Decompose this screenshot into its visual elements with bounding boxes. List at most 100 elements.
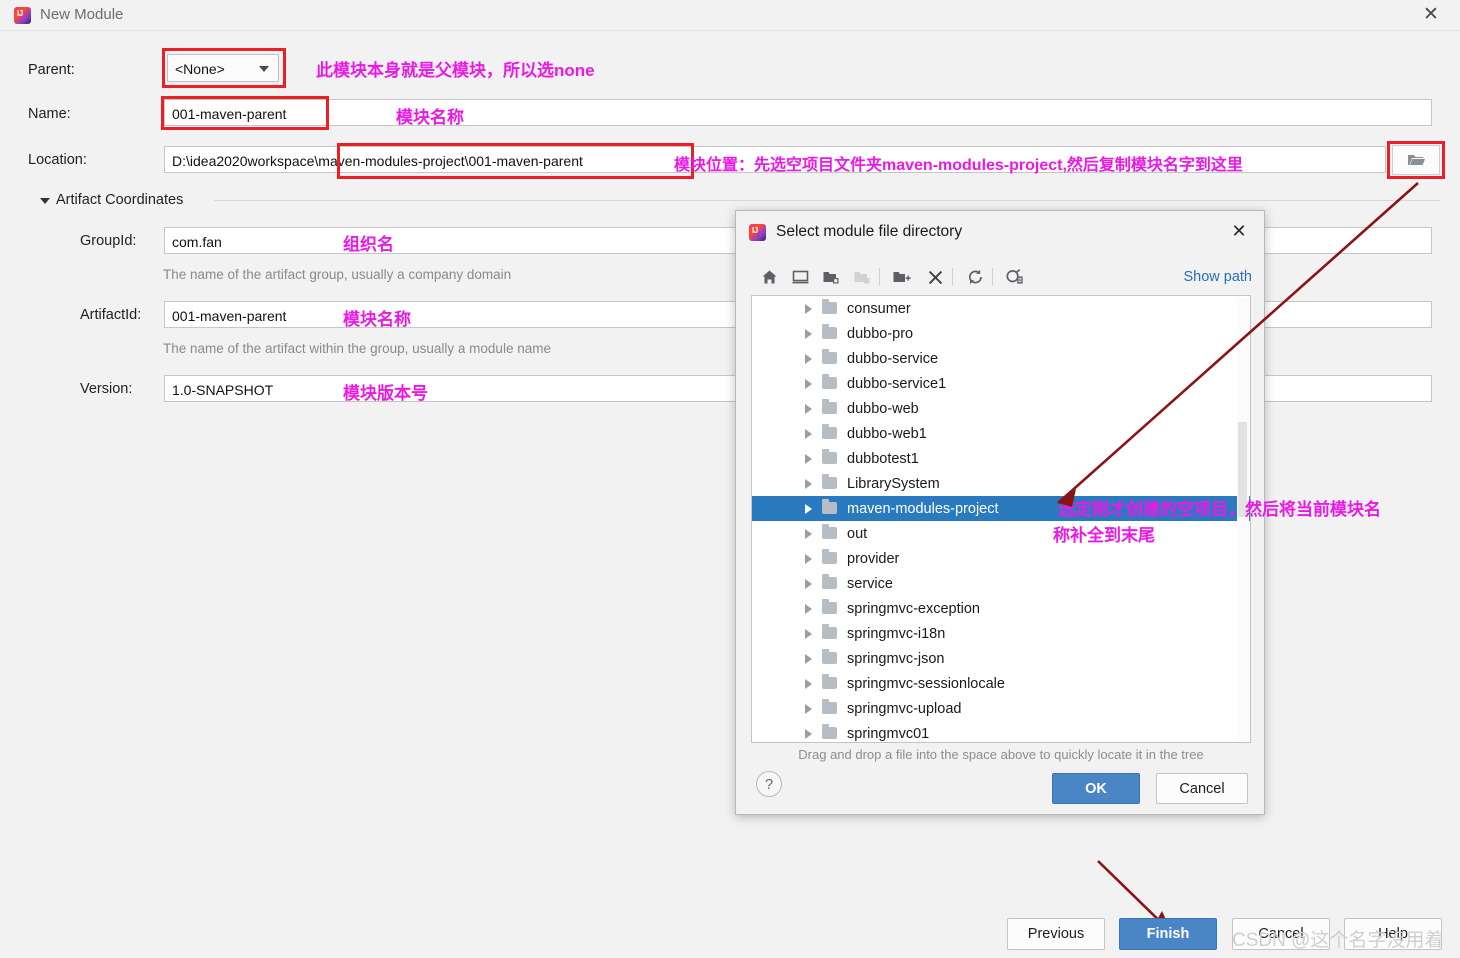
folder-open-icon	[1408, 155, 1425, 165]
folder-icon	[822, 399, 837, 414]
tree-item[interactable]: out	[752, 521, 1250, 546]
window-close-button[interactable]: ✕	[1420, 5, 1442, 27]
expand-arrow-icon[interactable]	[805, 428, 812, 439]
folder-icon	[822, 599, 837, 614]
artifact-section-label: Artifact Coordinates	[56, 192, 184, 208]
tree-item[interactable]: dubbo-pro	[752, 321, 1250, 346]
tree-item-label: out	[847, 525, 868, 542]
window-title: New Module	[40, 6, 124, 23]
expand-arrow-icon[interactable]	[805, 703, 812, 714]
expand-arrow-icon[interactable]	[805, 553, 812, 564]
expand-arrow-icon[interactable]	[805, 678, 812, 689]
folder-icon	[822, 574, 837, 589]
collapse-folder-icon[interactable]	[818, 264, 844, 290]
expand-arrow-icon[interactable]	[805, 478, 812, 489]
help-button[interactable]: Help	[1344, 918, 1442, 950]
folder-icon	[822, 449, 837, 464]
artifact-section-toggle-icon[interactable]	[40, 198, 50, 204]
sub-dialog-close-button[interactable]: ✕	[1228, 221, 1250, 243]
folder-icon	[822, 424, 837, 439]
previous-button[interactable]: Previous	[1007, 918, 1105, 950]
annotation-name-note: 模块名称	[396, 108, 464, 127]
show-path-link[interactable]: Show path	[1183, 269, 1252, 285]
tree-item-label: dubbo-service1	[847, 375, 947, 392]
expand-arrow-icon[interactable]	[805, 328, 812, 339]
annotation-tree-note-line1: 选定刚才创建的空项目，然后将当前模块名	[1058, 500, 1381, 519]
cancel-button[interactable]: Cancel	[1232, 918, 1330, 950]
folder-icon	[822, 524, 837, 539]
tree-item-label: LibrarySystem	[847, 475, 940, 492]
tree-item[interactable]: springmvc-json	[752, 646, 1250, 671]
sub-dialog-cancel-button[interactable]: Cancel	[1156, 773, 1248, 804]
tree-scrollbar-track[interactable]	[1237, 297, 1249, 742]
folder-icon	[822, 324, 837, 339]
tree-item-label: springmvc-i18n	[847, 625, 946, 642]
expand-arrow-icon[interactable]	[805, 378, 812, 389]
tree-item[interactable]: springmvc01	[752, 721, 1250, 742]
tree-item[interactable]: provider	[752, 546, 1250, 571]
tree-item[interactable]: springmvc-i18n	[752, 621, 1250, 646]
expand-arrow-icon[interactable]	[805, 578, 812, 589]
ok-button[interactable]: OK	[1052, 773, 1140, 804]
folder-icon	[822, 499, 837, 514]
tree-item-label: springmvc-json	[847, 650, 945, 667]
tree-item-label: consumer	[847, 300, 911, 317]
folder-icon	[822, 724, 837, 739]
location-label: Location:	[28, 152, 87, 168]
folder-icon	[822, 299, 837, 314]
new-folder-icon[interactable]	[889, 264, 915, 290]
tree-item-label: springmvc01	[847, 725, 930, 742]
tree-item[interactable]: dubbo-web1	[752, 421, 1250, 446]
tree-item[interactable]: LibrarySystem	[752, 471, 1250, 496]
help-button-label: Help	[1378, 926, 1408, 942]
expand-arrow-icon[interactable]	[805, 653, 812, 664]
tree-item[interactable]: service	[752, 571, 1250, 596]
expand-arrow-icon[interactable]	[805, 528, 812, 539]
expand-arrow-icon[interactable]	[805, 353, 812, 364]
expand-folder-icon	[849, 264, 875, 290]
parent-label: Parent:	[28, 62, 75, 78]
version-label: Version:	[80, 381, 133, 397]
annotation-tree-note-line2: 称补全到末尾	[1053, 526, 1155, 545]
expand-arrow-icon[interactable]	[805, 503, 812, 514]
folder-icon	[822, 624, 837, 639]
folder-icon	[822, 699, 837, 714]
tree-item[interactable]: springmvc-exception	[752, 596, 1250, 621]
tree-item[interactable]: dubbotest1	[752, 446, 1250, 471]
folder-icon	[822, 649, 837, 664]
tree-item[interactable]: consumer	[752, 296, 1250, 321]
expand-arrow-icon[interactable]	[805, 453, 812, 464]
tree-item-label: provider	[847, 550, 900, 567]
sub-dialog-help-button[interactable]: ?	[756, 771, 782, 797]
browse-location-button[interactable]	[1392, 145, 1440, 175]
name-input[interactable]: 001-maven-parent	[164, 99, 1432, 126]
folder-icon	[822, 374, 837, 389]
delete-icon[interactable]	[922, 264, 948, 290]
expand-arrow-icon[interactable]	[805, 728, 812, 739]
new-module-dialog: New Module ✕ Parent: <None> 此模块本身就是父模块，所…	[0, 0, 1460, 958]
annotation-location-note: 模块位置：先选空项目文件夹maven-modules-project,然后复制模…	[674, 157, 1243, 174]
expand-arrow-icon[interactable]	[805, 403, 812, 414]
finish-button[interactable]: Finish	[1119, 918, 1217, 950]
tree-item-label: service	[847, 575, 893, 592]
tree-item[interactable]: dubbo-web	[752, 396, 1250, 421]
refresh-icon[interactable]	[962, 264, 988, 290]
tree-item[interactable]: springmvc-upload	[752, 696, 1250, 721]
sub-dialog-title: Select module file directory	[776, 223, 963, 240]
tree-item[interactable]: dubbo-service	[752, 346, 1250, 371]
home-icon[interactable]	[756, 264, 782, 290]
tree-item[interactable]: dubbo-service1	[752, 371, 1250, 396]
show-hidden-files-icon[interactable]	[1002, 264, 1028, 290]
parent-combobox[interactable]: <None>	[167, 54, 279, 82]
parent-combobox-value: <None>	[175, 61, 225, 77]
annotation-version-note: 模块版本号	[343, 384, 428, 403]
tree-item-label: springmvc-sessionlocale	[847, 675, 1005, 692]
expand-arrow-icon[interactable]	[805, 628, 812, 639]
groupid-label: GroupId:	[80, 233, 137, 249]
tree-item-label: dubbo-service	[847, 350, 939, 367]
expand-arrow-icon[interactable]	[805, 303, 812, 314]
expand-arrow-icon[interactable]	[805, 603, 812, 614]
desktop-icon[interactable]	[787, 264, 813, 290]
tree-item-label: dubbotest1	[847, 450, 919, 467]
tree-item[interactable]: springmvc-sessionlocale	[752, 671, 1250, 696]
